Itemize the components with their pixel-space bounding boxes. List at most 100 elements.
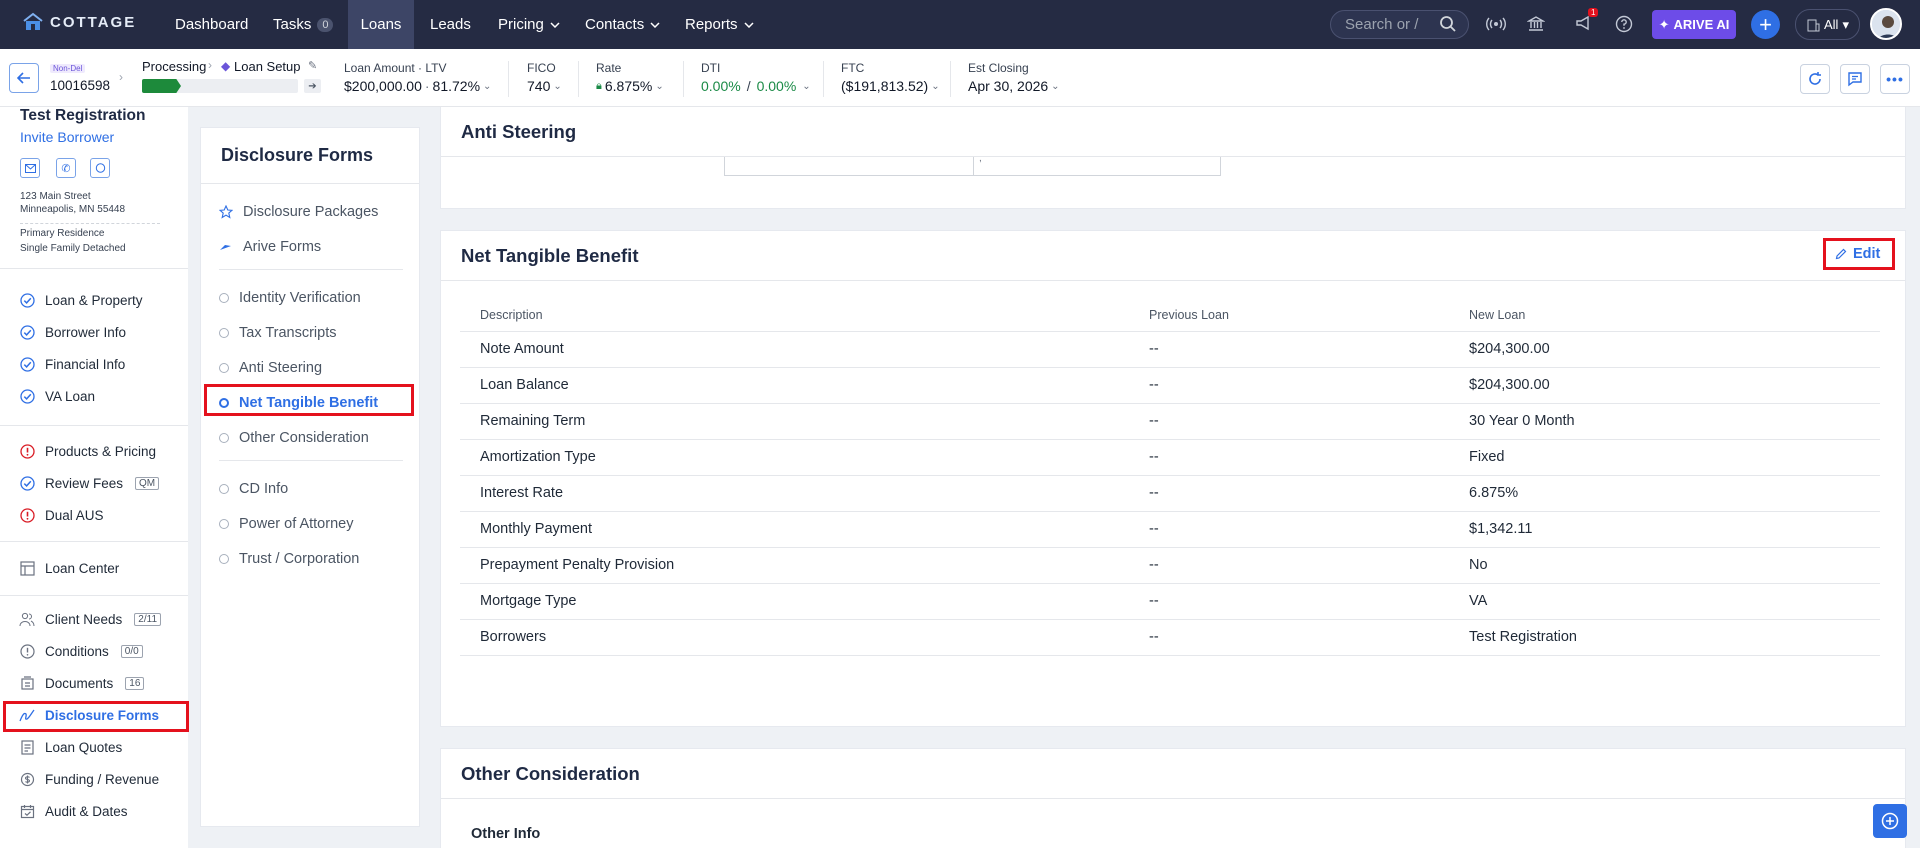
cottage-logo-icon xyxy=(22,12,44,32)
ftc-value[interactable]: ($191,813.52) ⌄ xyxy=(841,78,940,94)
loan-number: 10016598 xyxy=(50,78,111,93)
table-row: Interest Rate -- 6.875% xyxy=(460,476,1880,512)
scope-select[interactable]: All ▾ xyxy=(1795,9,1860,40)
closing-value[interactable]: Apr 30, 2026 ⌄ xyxy=(968,78,1060,94)
sidebar-item-funding-revenue[interactable]: Funding / Revenue xyxy=(18,766,184,792)
message-button[interactable] xyxy=(90,158,110,178)
back-button[interactable] xyxy=(9,63,39,93)
arive-ai-button[interactable]: ✦ ARIVE AI xyxy=(1652,10,1736,39)
nav-loans[interactable]: Loans xyxy=(348,0,414,49)
nav-leads[interactable]: Leads xyxy=(422,0,479,49)
check-circle-icon xyxy=(18,387,36,405)
sidebar-item-va-loan[interactable]: VA Loan xyxy=(18,383,184,409)
edit-button[interactable]: Edit xyxy=(1835,246,1880,262)
address-line-1: 123 Main Street xyxy=(20,191,91,202)
sidebar-item-label: Client Needs xyxy=(45,611,123,627)
sidebar-item-review-fees[interactable]: Review Fees QM xyxy=(18,470,184,496)
comments-button[interactable] xyxy=(1840,64,1870,94)
help-icon[interactable] xyxy=(1612,12,1636,36)
chevron-down-icon: ⌄ xyxy=(655,80,664,92)
lock-icon: 🔒︎ xyxy=(596,79,602,92)
rate: 6.875% xyxy=(604,78,653,94)
search-icon[interactable] xyxy=(1436,12,1460,36)
nav-reports-label: Reports xyxy=(685,16,738,33)
stage-progress-bar xyxy=(142,79,298,93)
column-header-previous-loan: Previous Loan xyxy=(1149,308,1229,322)
brand-logo[interactable]: COTTAGE xyxy=(22,12,136,32)
top-navigation: COTTAGE Dashboard Tasks 0 Loans Leads Pri… xyxy=(0,0,1920,49)
divider xyxy=(0,268,188,269)
sidebar-item-products-pricing[interactable]: Products & Pricing xyxy=(18,438,184,464)
user-avatar[interactable] xyxy=(1870,8,1902,40)
signature-icon xyxy=(18,706,36,724)
fico-value[interactable]: 740 ⌄ xyxy=(527,78,562,94)
loan-amount-label: Loan Amount · LTV xyxy=(344,61,447,75)
menu-item-disclosure-packages[interactable]: Disclosure Packages xyxy=(219,200,378,224)
cell-description: Note Amount xyxy=(480,341,564,357)
rate-label: Rate xyxy=(596,61,622,75)
sidebar-item-documents[interactable]: Documents 16 xyxy=(18,670,184,696)
menu-item-other-consideration[interactable]: Other Consideration xyxy=(219,426,369,450)
invite-borrower-link[interactable]: Invite Borrower xyxy=(20,129,114,145)
status-dot-icon xyxy=(219,363,229,373)
alert-circle-icon xyxy=(18,442,36,460)
nav-contacts[interactable]: Contacts xyxy=(577,0,668,49)
notification-count-badge: 1 xyxy=(1588,8,1599,17)
sidebar-item-borrower-info[interactable]: Borrower Info xyxy=(18,319,184,345)
check-circle-icon xyxy=(18,291,36,309)
sidebar-item-label: Audit & Dates xyxy=(45,803,128,819)
menu-item-trust-corporation[interactable]: Trust / Corporation xyxy=(219,547,359,571)
dti-back: 0.00% xyxy=(756,78,797,94)
other-consideration-card: Other Consideration Other Info xyxy=(440,748,1906,848)
sidebar-item-dual-aus[interactable]: Dual AUS xyxy=(18,502,184,528)
advance-stage-button[interactable]: ➔ xyxy=(304,79,321,93)
sidebar-item-loan-property[interactable]: Loan & Property xyxy=(18,287,184,313)
cell-description: Monthly Payment xyxy=(480,521,593,537)
nav-dashboard[interactable]: Dashboard xyxy=(167,0,256,49)
broadcast-icon[interactable] xyxy=(1484,12,1508,36)
more-options-button[interactable]: ••• xyxy=(1880,64,1910,94)
announcement-icon[interactable]: 1 xyxy=(1572,8,1599,36)
other-consideration-title: Other Consideration xyxy=(461,763,640,784)
sidebar-item-label: Documents xyxy=(45,675,114,691)
menu-item-power-of-attorney[interactable]: Power of Attorney xyxy=(219,512,353,536)
nav-pricing[interactable]: Pricing xyxy=(490,0,568,49)
loan-type-tag: Non-Del xyxy=(50,64,86,73)
sidebar-item-client-needs[interactable]: Client Needs 2/11 xyxy=(18,606,184,632)
menu-item-tax-transcripts[interactable]: Tax Transcripts xyxy=(219,321,337,345)
sidebar-item-audit-dates[interactable]: Audit & Dates xyxy=(18,798,184,824)
check-circle-icon xyxy=(18,474,36,492)
loan-amount-value[interactable]: $200,000.00 · 81.72% ⌄ xyxy=(344,78,491,94)
loan-stage[interactable]: Processing xyxy=(142,59,206,74)
menu-item-anti-steering[interactable]: Anti Steering xyxy=(219,356,322,380)
call-button[interactable]: ✆ xyxy=(56,158,76,178)
sidebar-item-loan-center[interactable]: Loan Center xyxy=(18,555,184,581)
menu-item-arive-forms[interactable]: Arive Forms xyxy=(219,235,321,259)
cell-previous-loan: -- xyxy=(1149,449,1159,465)
loan-substage[interactable]: Loan Setup xyxy=(234,59,301,74)
floating-action-button[interactable] xyxy=(1873,804,1907,838)
sidebar-item-loan-quotes[interactable]: Loan Quotes xyxy=(18,734,184,760)
nav-reports[interactable]: Reports xyxy=(677,0,762,49)
funding-icon xyxy=(18,770,36,788)
create-new-button[interactable]: + xyxy=(1751,10,1780,39)
table-cell-fragment: , xyxy=(979,153,982,164)
menu-item-cd-info[interactable]: CD Info xyxy=(219,477,288,501)
quote-icon xyxy=(18,738,36,756)
chevron-down-icon xyxy=(650,21,660,28)
pencil-icon[interactable]: ✎ xyxy=(308,59,317,72)
email-button[interactable] xyxy=(20,158,40,178)
nav-tasks[interactable]: Tasks 0 xyxy=(265,0,341,49)
menu-item-label: Disclosure Packages xyxy=(243,204,379,220)
nav-loans-label: Loans xyxy=(360,16,402,33)
dti-value[interactable]: 0.00% / 0.00% ⌄ xyxy=(701,78,811,94)
menu-item-net-tangible-benefit[interactable]: Net Tangible Benefit xyxy=(219,391,378,415)
bank-icon[interactable] xyxy=(1524,12,1548,36)
chevron-down-icon xyxy=(744,21,754,28)
rate-value[interactable]: 🔒︎ 6.875% ⌄ xyxy=(596,78,664,94)
sidebar-item-disclosure-forms[interactable]: Disclosure Forms xyxy=(18,702,184,728)
sidebar-item-financial-info[interactable]: Financial Info xyxy=(18,351,184,377)
refresh-button[interactable] xyxy=(1800,64,1830,94)
menu-item-identity-verification[interactable]: Identity Verification xyxy=(219,286,361,310)
sidebar-item-conditions[interactable]: Conditions 0/0 xyxy=(18,638,184,664)
